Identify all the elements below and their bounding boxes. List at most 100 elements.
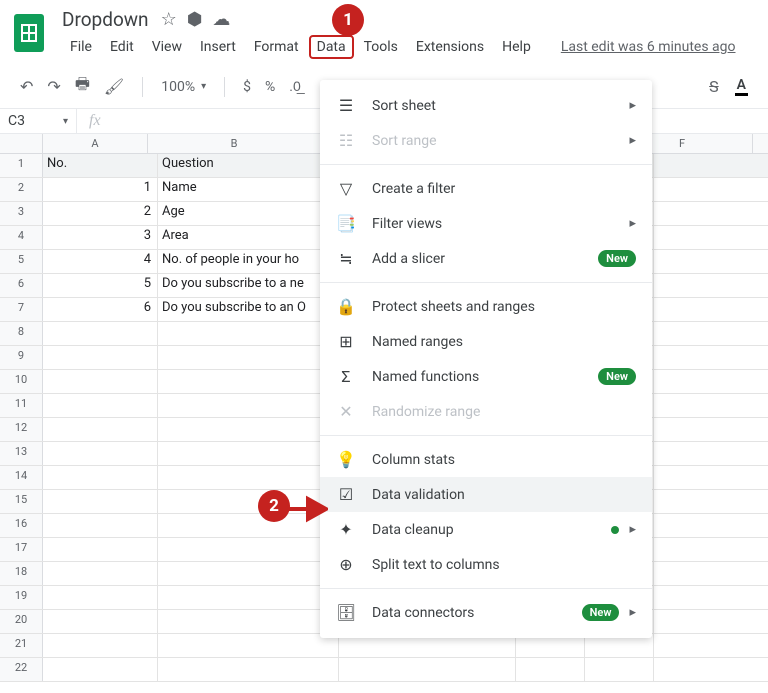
cell[interactable]	[158, 346, 339, 369]
cell[interactable]	[158, 322, 339, 345]
cell[interactable]	[43, 466, 158, 489]
cell[interactable]: Area	[158, 226, 339, 249]
cell[interactable]	[43, 514, 158, 537]
print-icon[interactable]: 🖶	[75, 73, 90, 100]
cell[interactable]	[654, 538, 768, 561]
cell[interactable]	[654, 514, 768, 537]
cell[interactable]: 1	[43, 178, 158, 201]
menu-data-connectors[interactable]: 🗄 Data connectors New▸	[320, 595, 652, 630]
cell[interactable]	[654, 154, 768, 177]
cell[interactable]	[654, 178, 768, 201]
cell[interactable]	[654, 610, 768, 633]
cell[interactable]	[654, 322, 768, 345]
cell[interactable]: Question	[158, 154, 339, 177]
menu-sort-sheet[interactable]: ☰ Sort sheet ▸	[320, 88, 652, 123]
menu-column-stats[interactable]: 💡 Column stats	[320, 442, 652, 477]
menu-filter-views[interactable]: 📑 Filter views ▸	[320, 206, 652, 241]
menu-add-slicer[interactable]: ≒ Add a slicer New	[320, 241, 652, 276]
menu-split-text[interactable]: ⊕ Split text to columns	[320, 547, 652, 582]
sheets-logo-icon[interactable]	[14, 14, 44, 52]
cloud-icon[interactable]: ☁	[212, 9, 230, 30]
menu-data[interactable]: Data	[309, 35, 354, 59]
cell[interactable]	[585, 658, 654, 681]
cell[interactable]	[43, 370, 158, 393]
cell[interactable]: Do you subscribe to an O	[158, 298, 339, 321]
row-header[interactable]: 7	[0, 298, 43, 321]
cell[interactable]	[43, 538, 158, 561]
cell[interactable]	[43, 394, 158, 417]
menu-extensions[interactable]: Extensions	[408, 35, 492, 59]
row-header[interactable]: 13	[0, 442, 43, 465]
cell[interactable]	[654, 202, 768, 225]
redo-icon[interactable]: ↷	[47, 77, 60, 96]
row-header[interactable]: 1	[0, 154, 43, 177]
row-header[interactable]: 4	[0, 226, 43, 249]
menu-format[interactable]: Format	[246, 35, 307, 59]
cell[interactable]	[43, 610, 158, 633]
row-header[interactable]: 17	[0, 538, 43, 561]
row-header[interactable]: 14	[0, 466, 43, 489]
cell[interactable]: Do you subscribe to a ne	[158, 274, 339, 297]
row-header[interactable]: 5	[0, 250, 43, 273]
cell[interactable]	[158, 586, 339, 609]
cell[interactable]	[43, 322, 158, 345]
menu-create-filter[interactable]: ▽ Create a filter	[320, 171, 652, 206]
menu-tools[interactable]: Tools	[356, 35, 406, 59]
menu-file[interactable]: File	[62, 35, 100, 59]
cell[interactable]	[654, 298, 768, 321]
menu-view[interactable]: View	[144, 35, 190, 59]
currency-icon[interactable]: $	[243, 79, 251, 95]
move-icon[interactable]: ⬢	[187, 9, 203, 30]
zoom-select[interactable]: 100% ▾	[161, 79, 206, 95]
row-header[interactable]: 10	[0, 370, 43, 393]
undo-icon[interactable]: ↶	[20, 77, 33, 96]
percent-icon[interactable]: %	[265, 79, 275, 95]
cell[interactable]	[339, 658, 516, 681]
row-header[interactable]: 15	[0, 490, 43, 513]
cell[interactable]: 4	[43, 250, 158, 273]
col-header[interactable]: B	[148, 134, 321, 153]
cell[interactable]: No. of people in your ho	[158, 250, 339, 273]
row-header[interactable]: 8	[0, 322, 43, 345]
cell[interactable]	[516, 658, 585, 681]
menu-data-cleanup[interactable]: ✦ Data cleanup ▸	[320, 512, 652, 547]
cell[interactable]	[43, 418, 158, 441]
cell[interactable]	[158, 442, 339, 465]
cell[interactable]	[654, 250, 768, 273]
cell[interactable]	[654, 490, 768, 513]
doc-title[interactable]: Dropdown	[62, 8, 149, 31]
cell[interactable]	[43, 346, 158, 369]
cell[interactable]	[654, 418, 768, 441]
row-header[interactable]: 12	[0, 418, 43, 441]
col-header[interactable]: A	[43, 134, 148, 153]
cell[interactable]	[43, 562, 158, 585]
cell[interactable]	[654, 586, 768, 609]
cell[interactable]	[43, 490, 158, 513]
row-header[interactable]: 3	[0, 202, 43, 225]
cell[interactable]: No.	[43, 154, 158, 177]
cell[interactable]	[654, 634, 768, 657]
row-header[interactable]: 18	[0, 562, 43, 585]
row-header[interactable]: 11	[0, 394, 43, 417]
row-header[interactable]: 6	[0, 274, 43, 297]
menu-protect-sheets[interactable]: 🔒 Protect sheets and ranges	[320, 289, 652, 324]
cell[interactable]	[43, 586, 158, 609]
cell[interactable]	[654, 346, 768, 369]
cell[interactable]: 2	[43, 202, 158, 225]
cell[interactable]	[654, 562, 768, 585]
cell[interactable]	[158, 466, 339, 489]
cell[interactable]	[43, 634, 158, 657]
cell[interactable]: Age	[158, 202, 339, 225]
cell[interactable]	[158, 370, 339, 393]
cell[interactable]	[43, 658, 158, 681]
cell[interactable]	[654, 226, 768, 249]
row-header[interactable]: 21	[0, 634, 43, 657]
cell[interactable]: Name	[158, 178, 339, 201]
row-header[interactable]: 19	[0, 586, 43, 609]
name-box[interactable]: C3▾	[0, 109, 77, 133]
cell[interactable]	[654, 394, 768, 417]
cell[interactable]	[654, 466, 768, 489]
menu-insert[interactable]: Insert	[192, 35, 244, 59]
menu-data-validation[interactable]: ☑ Data validation	[320, 477, 652, 512]
row-header[interactable]: 9	[0, 346, 43, 369]
